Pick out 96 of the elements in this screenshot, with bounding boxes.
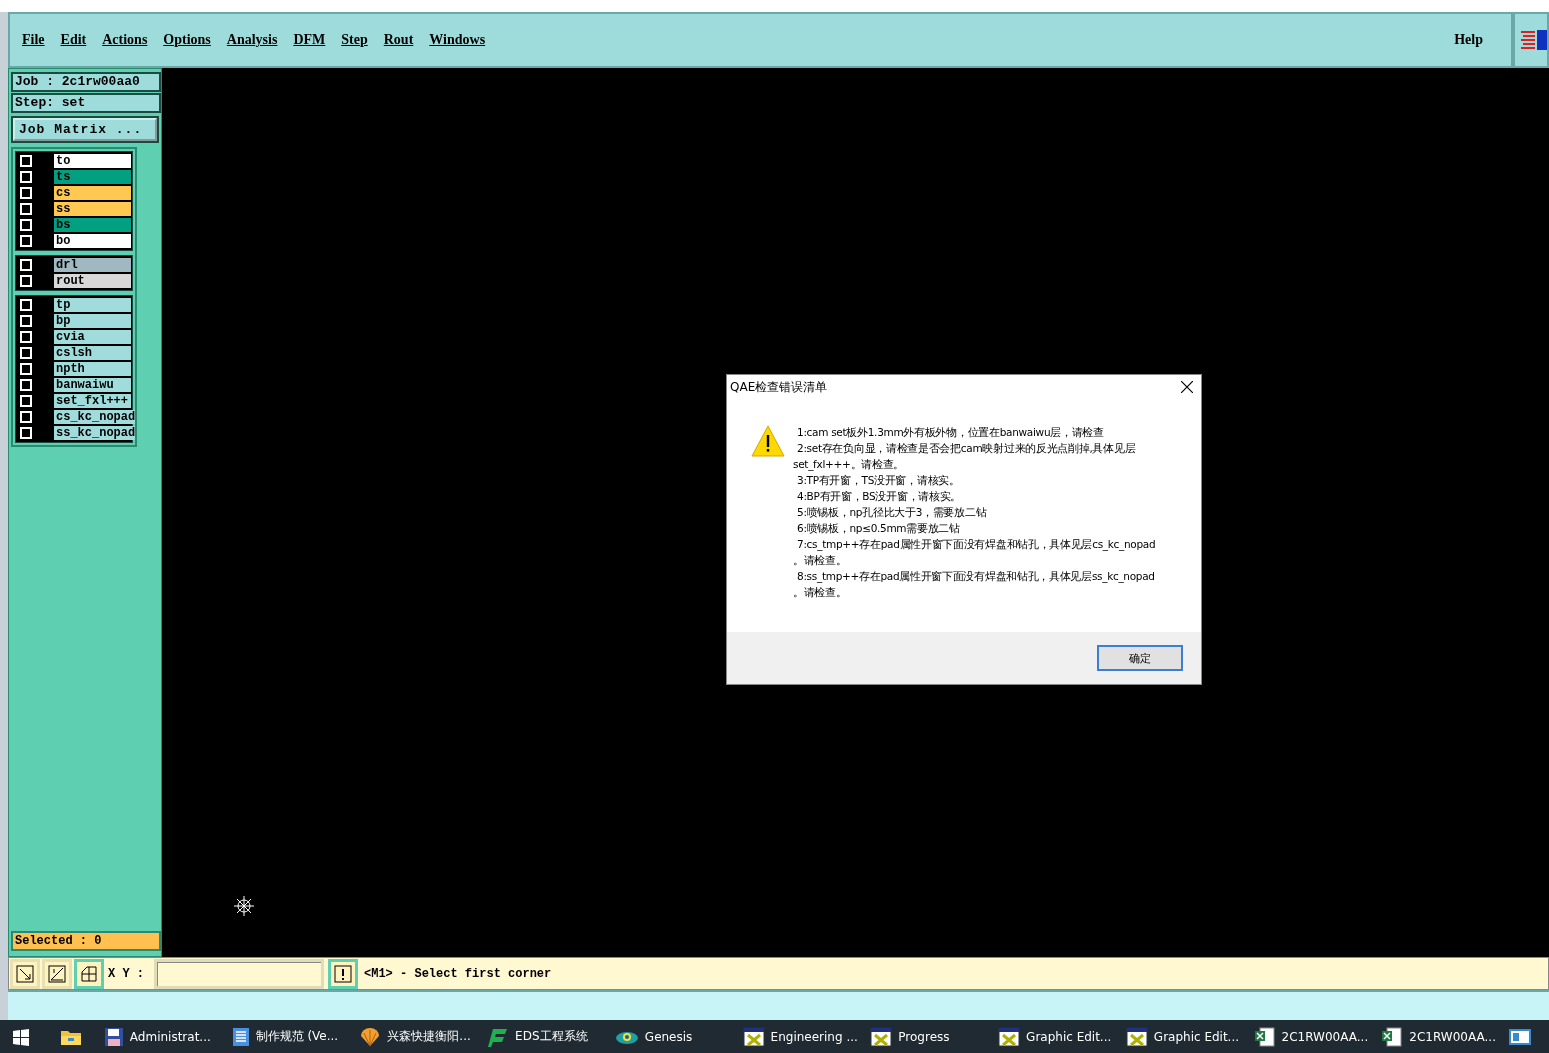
ok-button[interactable]: 确定 xyxy=(1097,645,1183,671)
taskbar-button[interactable]: Graphic Edit... xyxy=(998,1020,1126,1053)
shell-icon xyxy=(359,1026,382,1047)
prompt-text: <M1> - Select first corner xyxy=(364,966,552,981)
layer-checkbox[interactable] xyxy=(20,331,32,343)
taskbar-button[interactable]: 2C1RW00AA... xyxy=(1381,1020,1510,1053)
alert-button[interactable] xyxy=(328,958,358,989)
layer-checkbox[interactable] xyxy=(20,171,32,183)
taskbar-button[interactable]: Progress xyxy=(870,1020,999,1053)
spreadsheet-icon xyxy=(1381,1026,1404,1047)
layer-checkbox[interactable] xyxy=(20,395,32,407)
logo-icon xyxy=(1519,27,1547,53)
layer-checkbox[interactable] xyxy=(20,299,32,311)
selected-count: Selected : 0 xyxy=(11,931,161,951)
layer-checkbox[interactable] xyxy=(20,203,32,215)
layer-name[interactable]: cs_kc_nopad xyxy=(54,410,136,424)
layer-name[interactable]: npth xyxy=(54,362,131,376)
error-message-line: 8:ss_tmp++存在pad属性开窗下面没有焊盘和钻孔，具体见层ss_kc_nopad xyxy=(797,569,1156,584)
layer-name[interactable]: tp xyxy=(54,298,131,312)
layer-name[interactable]: cslsh xyxy=(54,346,131,360)
warning-icon xyxy=(751,425,785,457)
error-message-line: 3:TP有开窗，TS没开窗，请核实。 xyxy=(797,473,961,488)
layer-name[interactable]: bp xyxy=(54,314,131,328)
menu-item[interactable]: Options xyxy=(163,32,211,48)
layer-checkbox[interactable] xyxy=(20,235,32,247)
document-icon xyxy=(231,1026,250,1047)
error-message-line: 5:喷锡板，np孔径比大于3，需要放二钻 xyxy=(797,505,988,520)
x-window-icon xyxy=(998,1026,1021,1047)
layer-name[interactable]: ss_kc_nopad xyxy=(54,426,136,440)
menu-item[interactable]: Windows xyxy=(429,32,486,48)
layer-checkbox[interactable] xyxy=(20,427,32,439)
spreadsheet-icon xyxy=(1253,1026,1276,1047)
layer-checkbox[interactable] xyxy=(20,259,32,271)
error-message-line: set_fxl+++。请检查。 xyxy=(793,457,906,472)
layer-checkbox[interactable] xyxy=(20,275,32,287)
taskbar-button[interactable]: Administrat... xyxy=(103,1020,232,1053)
taskbar-button[interactable]: Engineering ... xyxy=(742,1020,871,1053)
taskbar-button[interactable]: 兴森快捷衡阳... xyxy=(359,1020,488,1053)
layer-name[interactable]: cs xyxy=(54,186,131,200)
windows-icon xyxy=(12,1027,30,1046)
layer-name[interactable]: bo xyxy=(54,234,131,248)
layer-name[interactable]: banwaiwu xyxy=(54,378,131,392)
xy-label: X Y : xyxy=(108,966,144,981)
app-window-icon xyxy=(1509,1027,1532,1046)
taskbar-button[interactable]: EDS工程系统 xyxy=(487,1020,615,1053)
layer-checkbox[interactable] xyxy=(20,155,32,167)
crosshair-icon xyxy=(234,896,254,916)
taskbar-button[interactable]: Graphic Edit... xyxy=(1125,1020,1254,1053)
menu-item[interactable]: Edit xyxy=(60,32,87,48)
taskbar-button[interactable]: Genesis xyxy=(614,1020,743,1053)
menu-item[interactable]: Analysis xyxy=(226,32,278,48)
layer-checkbox[interactable] xyxy=(20,411,32,423)
layer-name[interactable]: set_fxl+++ xyxy=(54,394,131,408)
dialog-title: QAE检查错误清单 xyxy=(730,378,828,396)
menu-item[interactable]: Actions xyxy=(102,32,148,48)
error-message-line: 。请检查。 xyxy=(793,585,848,600)
menu-item[interactable]: Rout xyxy=(383,32,414,48)
taskbar-button[interactable]: 2C1RW00AA... xyxy=(1253,1020,1382,1053)
layer-checkbox[interactable] xyxy=(20,379,32,391)
error-message-line: 4:BP有开窗，BS没开窗，请核实。 xyxy=(797,489,963,504)
menu-item[interactable]: Step xyxy=(341,32,368,48)
grid-button[interactable] xyxy=(74,958,104,989)
layer-checkbox[interactable] xyxy=(20,219,32,231)
angle-measure-icon xyxy=(48,964,66,983)
help-menu[interactable]: Help xyxy=(1454,32,1483,48)
layer-checkbox[interactable] xyxy=(20,315,32,327)
xy-input-field[interactable] xyxy=(154,958,324,989)
measure-button[interactable] xyxy=(42,958,72,989)
zoom-window-button[interactable] xyxy=(10,958,40,989)
menu-item[interactable]: DFM xyxy=(293,32,326,48)
layer-name[interactable]: cvia xyxy=(54,330,131,344)
taskbar-button[interactable]: 制作规范 (Ve... xyxy=(231,1020,360,1053)
layer-name[interactable]: rout xyxy=(54,274,131,288)
error-message-line: 6:喷锡板，np≤0.5mm需要放二钻 xyxy=(797,521,961,536)
step-label: Step: set xyxy=(11,93,161,113)
layer-name[interactable]: ts xyxy=(54,170,131,184)
error-message-line: 2:set存在负向显，请检查是否会把cam映射过来的反光点削掉,具体见层 xyxy=(797,441,1137,456)
job-matrix-button[interactable]: Job Matrix ... xyxy=(13,118,157,141)
error-message-line: 7:cs_tmp++存在pad属性开窗下面没有焊盘和钻孔，具体见层cs_kc_nopad xyxy=(797,537,1156,552)
x-window-icon xyxy=(742,1026,765,1047)
layer-checkbox[interactable] xyxy=(20,347,32,359)
error-message-line: 。请检查。 xyxy=(793,553,848,568)
error-message-line: 1:cam set板外1.3mm外有板外物，位置在banwaiwu层，请检查 xyxy=(797,425,1105,440)
x-window-icon xyxy=(1125,1026,1148,1047)
job-label: Job : 2c1rw00aa0 xyxy=(11,72,161,92)
layer-checkbox[interactable] xyxy=(20,363,32,375)
x-window-icon xyxy=(870,1026,893,1047)
layer-name[interactable]: drl xyxy=(54,258,131,272)
layer-name[interactable]: bs xyxy=(54,218,131,232)
layer-checkbox[interactable] xyxy=(20,187,32,199)
exclamation-icon xyxy=(334,964,352,983)
eds-logo-icon xyxy=(487,1026,510,1047)
menu-item[interactable]: File xyxy=(22,32,45,48)
layer-name[interactable]: to xyxy=(54,154,131,168)
layer-name[interactable]: ss xyxy=(54,202,131,216)
grid-icon xyxy=(81,965,97,982)
